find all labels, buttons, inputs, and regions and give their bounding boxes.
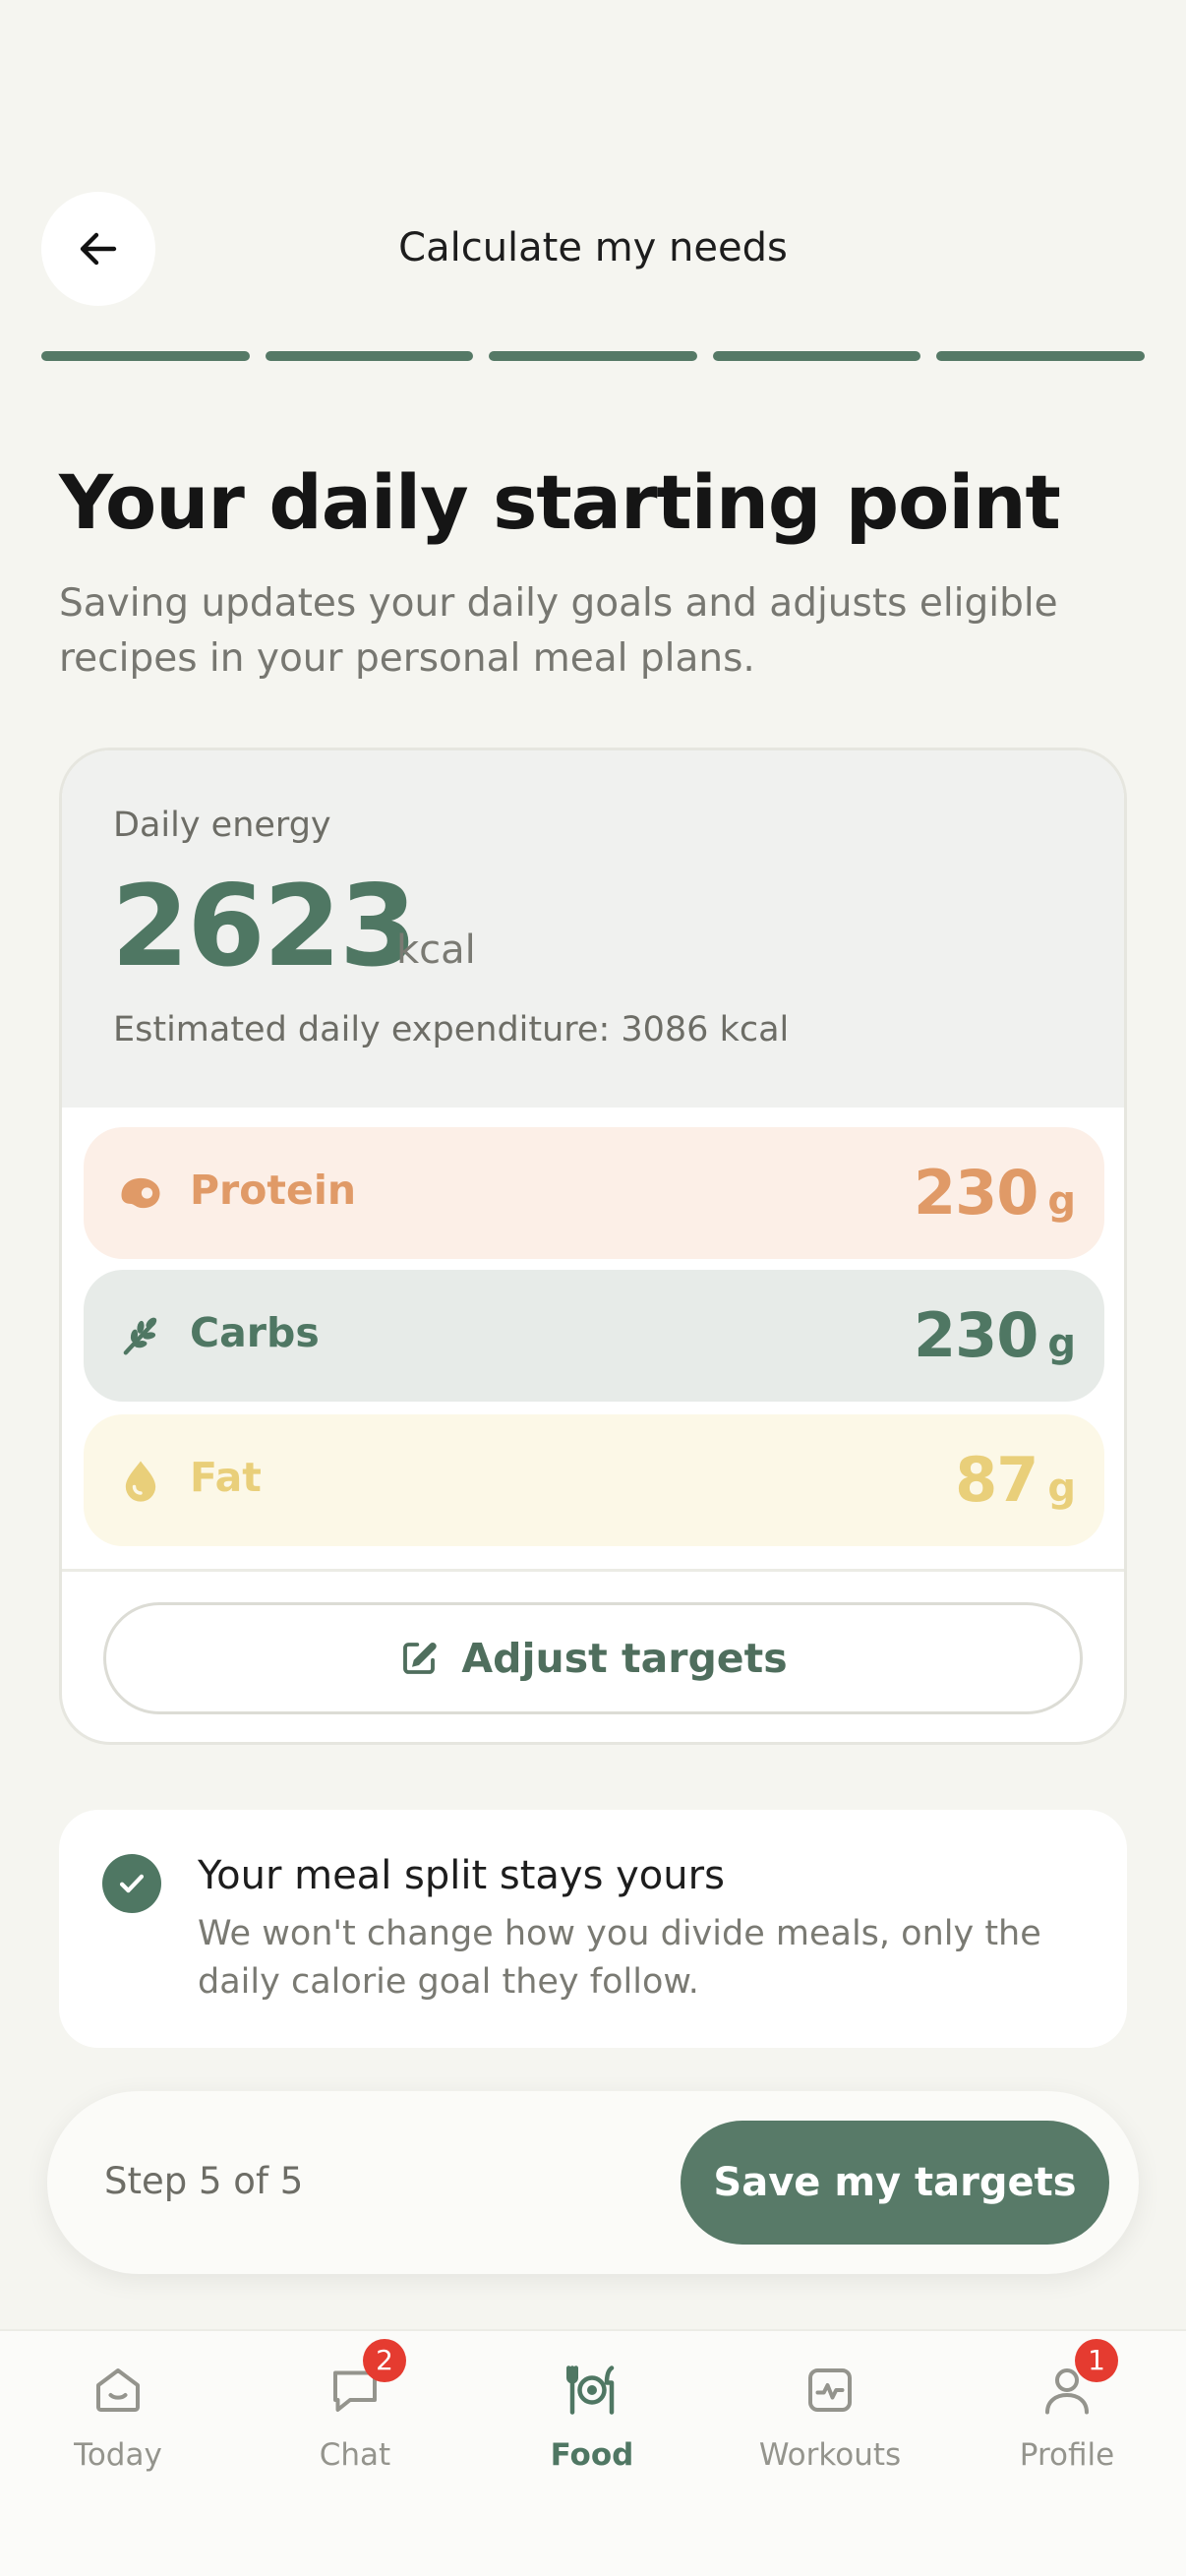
progress-segment bbox=[489, 351, 697, 361]
activity-icon bbox=[808, 2368, 852, 2412]
macro-row-fat: Fat 87 g bbox=[84, 1414, 1104, 1546]
tab-label: Today bbox=[74, 2437, 162, 2473]
divider bbox=[62, 1569, 1124, 1572]
tab-food[interactable]: Food bbox=[494, 2361, 690, 2498]
step-footer: Step 5 of 5 Save my targets bbox=[47, 2091, 1139, 2274]
macro-label: Fat bbox=[190, 1454, 262, 1501]
subline: Saving updates your daily goals and adju… bbox=[59, 581, 1058, 681]
macro-row-carbs: Carbs 230 g bbox=[84, 1270, 1104, 1402]
energy-unit: kcal bbox=[396, 928, 476, 973]
tab-chat[interactable]: 2 Chat bbox=[257, 2339, 453, 2498]
tab-label: Food bbox=[550, 2437, 634, 2473]
profile-badge: 1 bbox=[1075, 2339, 1118, 2382]
macro-value: 87 g bbox=[955, 1444, 1076, 1516]
bottom-tab-bar: Today 2 Chat Food Workouts 1 Profile bbox=[0, 2329, 1186, 2576]
header: Calculate my needs bbox=[41, 192, 1145, 308]
adjust-targets-label: Adjust targets bbox=[461, 1635, 788, 1682]
edit-icon bbox=[403, 1643, 438, 1674]
energy-expenditure: Estimated daily expenditure: 3086 kcal bbox=[113, 1010, 790, 1049]
macro-value: 230 g bbox=[913, 1299, 1076, 1371]
energy-card: Daily energy 2623 kcal Estimated daily e… bbox=[59, 748, 1127, 1745]
macro-label: Protein bbox=[190, 1167, 357, 1214]
save-targets-button[interactable]: Save my targets bbox=[681, 2121, 1109, 2245]
tab-profile[interactable]: 1 Profile bbox=[969, 2339, 1165, 2498]
step-progress-bar bbox=[41, 351, 1145, 361]
tab-today[interactable]: Today bbox=[20, 2361, 216, 2498]
progress-segment bbox=[265, 351, 474, 361]
progress-segment bbox=[712, 351, 921, 361]
macro-value: 230 g bbox=[913, 1157, 1076, 1228]
headline: Your daily starting point bbox=[59, 458, 1061, 546]
drop-icon bbox=[125, 1461, 156, 1502]
energy-value: 2623 bbox=[111, 861, 417, 991]
macro-row-protein: Protein 230 g bbox=[84, 1127, 1104, 1259]
tab-label: Chat bbox=[319, 2437, 391, 2473]
step-indicator: Step 5 of 5 bbox=[104, 2160, 304, 2202]
home-icon bbox=[96, 2368, 140, 2412]
wheat-icon bbox=[123, 1317, 157, 1355]
tab-label: Profile bbox=[1019, 2437, 1115, 2473]
progress-segment bbox=[936, 351, 1145, 361]
tab-label: Workouts bbox=[758, 2437, 902, 2473]
meal-split-info-card: Your meal split stays yours We won't cha… bbox=[59, 1810, 1127, 2048]
energy-summary: Daily energy 2623 kcal Estimated daily e… bbox=[62, 750, 1124, 1108]
progress-segment bbox=[41, 351, 250, 361]
adjust-targets-button[interactable]: Adjust targets bbox=[103, 1602, 1083, 1714]
macro-label: Carbs bbox=[190, 1309, 320, 1356]
energy-label: Daily energy bbox=[113, 806, 331, 845]
info-title: Your meal split stays yours bbox=[198, 1853, 725, 1898]
chat-badge: 2 bbox=[363, 2339, 406, 2382]
food-icon bbox=[566, 2366, 615, 2415]
check-circle-icon bbox=[102, 1854, 161, 1913]
info-text: We won't change how you divide meals, on… bbox=[198, 1914, 1041, 2002]
tab-workouts[interactable]: Workouts bbox=[732, 2361, 928, 2498]
meat-icon bbox=[121, 1177, 160, 1209]
page-title: Calculate my needs bbox=[398, 225, 788, 270]
